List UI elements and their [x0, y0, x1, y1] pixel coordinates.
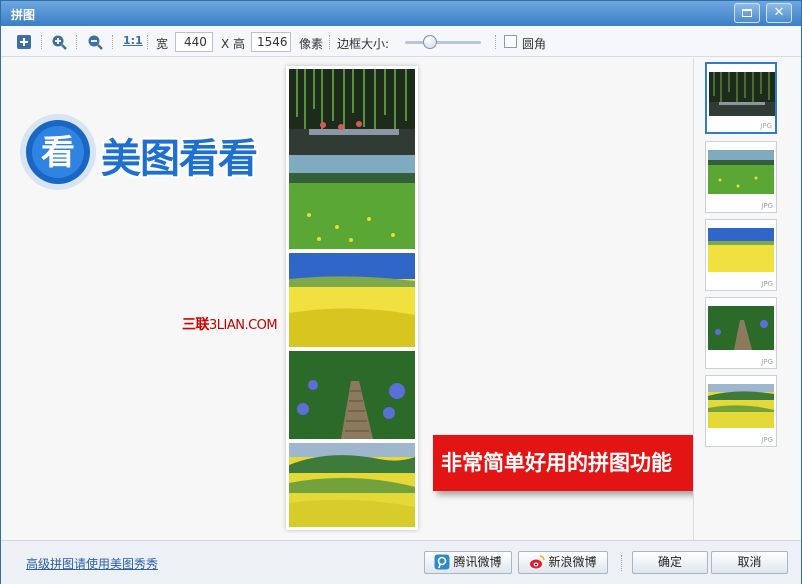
title-bar: 拼图 ✕ [1, 1, 801, 26]
maximize-icon [742, 9, 752, 17]
thumbnail-item[interactable]: JPG [705, 219, 777, 291]
collage-tile-hill-fields[interactable] [289, 443, 415, 527]
thumbnail-format: JPG [761, 436, 773, 444]
maximize-button[interactable] [734, 3, 760, 23]
collage-tile-rapeseed-field[interactable] [289, 253, 415, 347]
watermark-latin: 3LIAN.COM [209, 318, 278, 333]
advanced-collage-link[interactable]: 高级拼图请使用美图秀秀 [26, 555, 158, 572]
sina-weibo-label: 新浪微博 [548, 555, 597, 569]
border-size-label: 边框大小: [337, 37, 390, 51]
tencent-weibo-icon [434, 554, 450, 570]
pixel-label: 像素 [299, 37, 324, 51]
collage-tile-garden-path[interactable] [289, 351, 415, 439]
close-button[interactable]: ✕ [766, 3, 792, 23]
toolbar-separator [147, 35, 148, 49]
window-title: 拼图 [11, 8, 36, 22]
site-watermark: 三联3LIAN.COM [182, 314, 278, 334]
border-size-slider-handle[interactable] [423, 35, 438, 49]
watermark-chinese: 三联 [182, 317, 210, 333]
collage-canvas: 看 美图看看 三联3LIAN.COM 非常简单好用的拼图功能 [5, 58, 723, 540]
toolbar: 1:1 宽 440 X 高 1546 像素 边框大小: 圆角 [1, 26, 801, 57]
meitu-kankan-logo: 看 美图看看 [18, 112, 314, 192]
zoom-out-icon [88, 35, 103, 50]
close-icon: ✕ [773, 5, 785, 20]
zoom-in-button[interactable] [51, 34, 67, 50]
sina-weibo-button[interactable]: 新浪微博 [518, 551, 608, 574]
thumbnail-image-rapeseed-field [708, 228, 774, 272]
tencent-weibo-button[interactable]: 腾讯微博 [424, 551, 512, 574]
sina-weibo-icon [530, 555, 546, 569]
toolbar-separator [329, 35, 330, 49]
thumbnail-format: JPG [761, 202, 773, 210]
add-image-button[interactable] [16, 34, 32, 50]
round-corner-checkbox[interactable] [504, 35, 517, 48]
thumbnail-item[interactable]: JPG [705, 62, 777, 134]
zoom-in-icon [52, 35, 67, 50]
tencent-weibo-label: 腾讯微博 [453, 555, 502, 569]
logo-badge-text: 看 [41, 133, 75, 173]
thumbnail-item[interactable]: JPG [705, 297, 777, 369]
thumbnail-image-meadow [708, 150, 774, 194]
thumbnail-image-willow [709, 72, 775, 116]
round-corner-label: 圆角 [522, 37, 547, 51]
logo-text: 美图看看 [101, 136, 258, 182]
toolbar-separator [41, 35, 42, 49]
thumbnail-panel: JPG JPG JPG JPG JPG [693, 58, 801, 540]
promo-banner: 非常简单好用的拼图功能 [433, 435, 723, 491]
width-input[interactable]: 440 [175, 32, 213, 52]
thumbnail-format: JPG [761, 280, 773, 288]
ok-button[interactable]: 确定 [632, 551, 708, 574]
footer-separator [621, 555, 622, 571]
border-size-slider[interactable] [405, 41, 481, 44]
footer-bar: 高级拼图请使用美图秀秀 腾讯微博 新浪微博 确定 取消 [1, 540, 801, 584]
add-icon [17, 35, 31, 49]
thumbnail-item[interactable]: JPG [705, 375, 777, 447]
cancel-button[interactable]: 取消 [711, 551, 788, 574]
width-label: 宽 [156, 37, 169, 51]
thumbnail-image-garden-path [708, 306, 774, 350]
thumbnail-format: JPG [760, 122, 772, 130]
collage-window: 拼图 ✕ 1:1 宽 440 X 高 1546 像素 边框大小: 圆角 看 美图… [0, 0, 802, 584]
height-label: X 高 [221, 37, 246, 51]
thumbnail-format: JPG [761, 358, 773, 366]
thumbnail-image-hill-fields [708, 384, 774, 428]
toolbar-separator [76, 35, 77, 49]
thumbnail-item[interactable]: JPG [705, 141, 777, 213]
actual-size-button[interactable]: 1:1 [123, 34, 143, 47]
zoom-out-button[interactable] [87, 34, 103, 50]
logo-badge-icon: 看 [20, 114, 96, 190]
height-input[interactable]: 1546 [251, 32, 291, 52]
toolbar-separator [112, 35, 113, 49]
toolbar-separator [495, 35, 496, 49]
